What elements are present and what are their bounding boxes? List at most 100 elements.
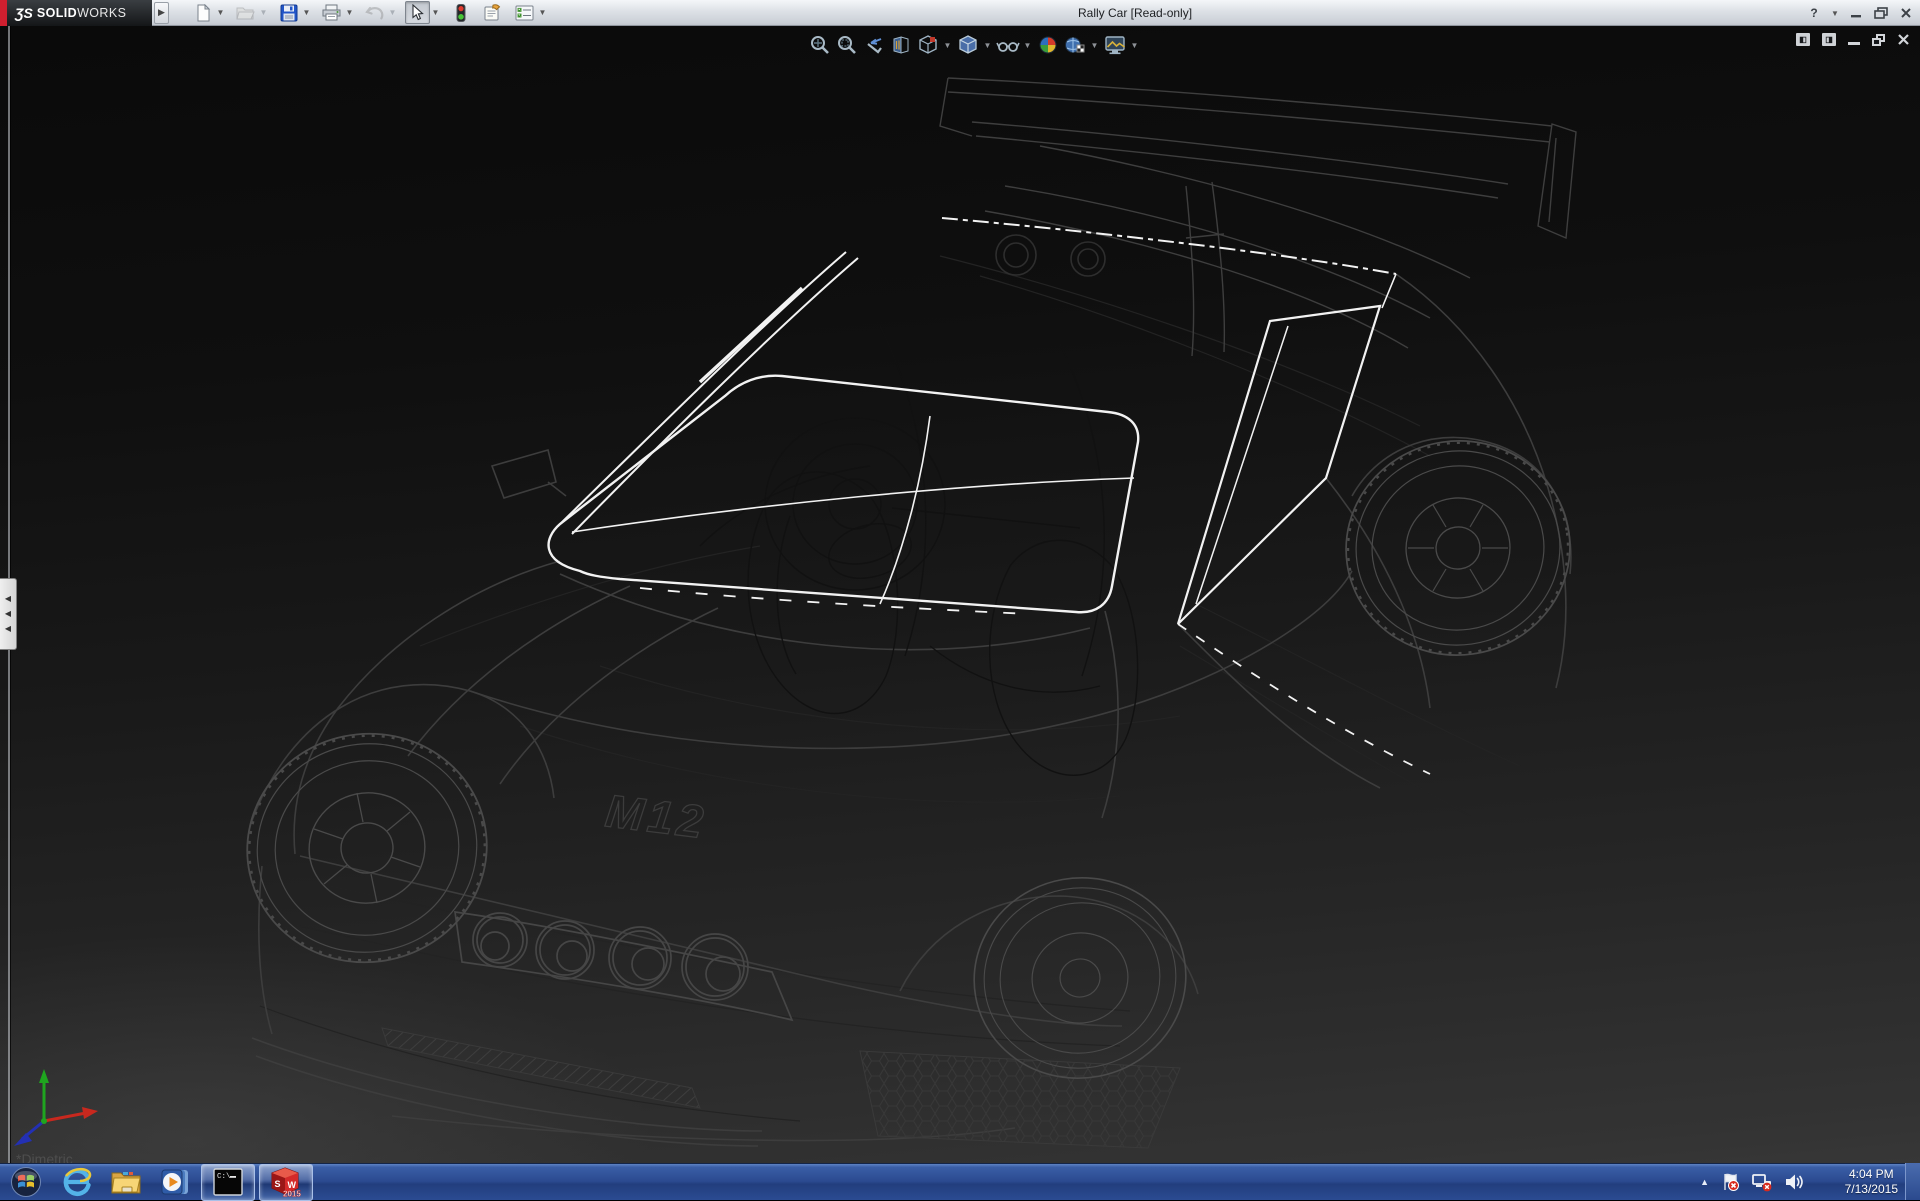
hide-show-items-dropdown[interactable]: ▼: [1021, 41, 1034, 50]
select-tool-dropdown[interactable]: ▼: [430, 1, 441, 24]
headsup-view-toolbar: ▼ ▼ ▼: [806, 32, 1141, 58]
view-orientation-button[interactable]: [914, 32, 941, 58]
command-prompt-icon: C:\: [213, 1168, 243, 1196]
show-desktop-button[interactable]: [1905, 1163, 1920, 1200]
doc-restore-button[interactable]: [1872, 34, 1885, 46]
view-orientation-label: *Dimetric: [16, 1151, 73, 1163]
doc-close-icon: [1897, 33, 1910, 46]
clock-date: 7/13/2015: [1845, 1182, 1898, 1197]
zoom-to-fit-button[interactable]: [806, 32, 833, 58]
volume-icon[interactable]: [1784, 1172, 1804, 1192]
solidworks-logo-mark: ƷS: [15, 5, 33, 21]
collapse-arrow-icon: ◀: [5, 610, 11, 618]
system-tray: ▲: [1700, 1163, 1804, 1200]
zoom-to-area-button[interactable]: [833, 32, 860, 58]
print-button[interactable]: [319, 1, 344, 24]
select-tool-button[interactable]: [405, 1, 430, 24]
display-style-button[interactable]: [954, 32, 981, 58]
minimize-icon: [1850, 7, 1862, 19]
taskbar-internet-explorer[interactable]: [52, 1164, 101, 1201]
open-button[interactable]: [233, 1, 258, 24]
rebuild-button[interactable]: [448, 1, 473, 24]
app-minimize-button[interactable]: [1848, 4, 1864, 22]
doc-close-button[interactable]: [1897, 33, 1910, 46]
graphics-viewport[interactable]: M12 ◀ ◀ ◀: [0, 26, 1920, 1163]
rally-car-wireframe: M12: [0, 26, 1920, 1163]
close-icon: [1900, 7, 1912, 19]
taskbar-media-player[interactable]: [150, 1164, 199, 1201]
hide-show-items-button[interactable]: [994, 32, 1021, 58]
previous-pane-icon[interactable]: ◧: [1796, 33, 1810, 46]
collapse-arrow-icon: ◀: [5, 595, 11, 603]
action-center-flag-icon[interactable]: [1720, 1172, 1740, 1192]
undo-icon: [365, 5, 384, 21]
featuremanager-expand-handle[interactable]: ◀ ◀ ◀: [0, 578, 17, 650]
edit-appearance-button[interactable]: [1034, 32, 1061, 58]
doc-restore-icon: [1872, 34, 1885, 46]
view-orientation-icon: [917, 34, 939, 56]
open-dropdown[interactable]: ▼: [258, 1, 269, 24]
windows-start-icon: [10, 1166, 42, 1198]
undo-dropdown[interactable]: ▼: [387, 1, 398, 24]
hide-show-items-glasses-icon: [996, 34, 1020, 56]
undo-button[interactable]: [362, 1, 387, 24]
solidworks-2015-icon: S W 2015: [269, 1166, 303, 1198]
show-hidden-icons-button[interactable]: ▲: [1700, 1177, 1709, 1187]
titlebar-controls: ? ▼: [1806, 0, 1914, 26]
save-dropdown[interactable]: ▼: [301, 1, 312, 24]
previous-view-icon: [863, 34, 885, 56]
print-dropdown[interactable]: ▼: [344, 1, 355, 24]
clock-time: 4:04 PM: [1849, 1167, 1894, 1182]
view-orientation-dropdown[interactable]: ▼: [941, 41, 954, 50]
apply-scene-button[interactable]: [1061, 32, 1088, 58]
view-settings-button[interactable]: [1101, 32, 1128, 58]
taskbar-file-explorer[interactable]: [101, 1164, 150, 1201]
zoom-to-area-icon: [836, 34, 858, 56]
internet-explorer-icon: [62, 1167, 92, 1197]
taskbar-clock[interactable]: 4:04 PM 7/13/2015: [1845, 1163, 1898, 1200]
restore-icon: [1874, 7, 1888, 19]
options-dropdown[interactable]: ▼: [537, 1, 548, 24]
view-settings-icon: [1103, 34, 1127, 56]
app-close-button[interactable]: [1898, 4, 1914, 22]
edit-appearance-icon: [1037, 34, 1059, 56]
open-folder-icon: [236, 4, 255, 21]
view-settings-dropdown[interactable]: ▼: [1128, 41, 1141, 50]
app-restore-button[interactable]: [1873, 4, 1889, 22]
previous-view-button[interactable]: [860, 32, 887, 58]
cmd-prompt-text: C:\: [217, 1173, 231, 1181]
display-style-dropdown[interactable]: ▼: [981, 41, 994, 50]
start-button[interactable]: [0, 1164, 52, 1201]
new-document-dropdown[interactable]: ▼: [215, 1, 226, 24]
new-document-button[interactable]: [190, 1, 215, 24]
next-pane-icon[interactable]: ◨: [1822, 33, 1836, 46]
taskbar-command-prompt[interactable]: C:\: [201, 1164, 255, 1201]
options-button[interactable]: [512, 1, 537, 24]
apply-scene-dropdown[interactable]: ▼: [1088, 41, 1101, 50]
save-button[interactable]: [276, 1, 301, 24]
apply-scene-icon: [1063, 34, 1087, 56]
options-icon: [515, 5, 534, 21]
brand-bold: SOLID: [37, 6, 77, 20]
windows-media-player-icon: [160, 1167, 190, 1197]
rebuild-traffic-light-icon: [456, 4, 466, 22]
file-properties-button[interactable]: [480, 1, 505, 24]
section-view-button[interactable]: [887, 32, 914, 58]
doc-minimize-button[interactable]: [1848, 34, 1860, 45]
network-disconnected-icon[interactable]: [1751, 1172, 1773, 1192]
help-button[interactable]: ?: [1806, 4, 1822, 22]
file-explorer-icon: [110, 1168, 142, 1196]
brand-light: WORKS: [77, 6, 126, 20]
taskbar-solidworks[interactable]: S W 2015: [259, 1164, 313, 1201]
document-window-controls: ◧ ◨: [1796, 33, 1910, 46]
file-properties-icon: [483, 4, 502, 21]
title-bar: ƷS SOLID WORKS ▶ ▼ ▼: [0, 0, 1920, 26]
section-view-icon: [890, 34, 912, 56]
print-icon: [322, 4, 341, 21]
svg-text:W: W: [288, 1180, 297, 1190]
help-dropdown[interactable]: ▼: [1831, 4, 1839, 22]
menu-flyout-arrow[interactable]: ▶: [154, 2, 169, 24]
document-title: Rally Car [Read-only]: [1078, 6, 1192, 20]
reference-triad[interactable]: [6, 1059, 126, 1149]
doc-minimize-icon: [1848, 42, 1860, 45]
